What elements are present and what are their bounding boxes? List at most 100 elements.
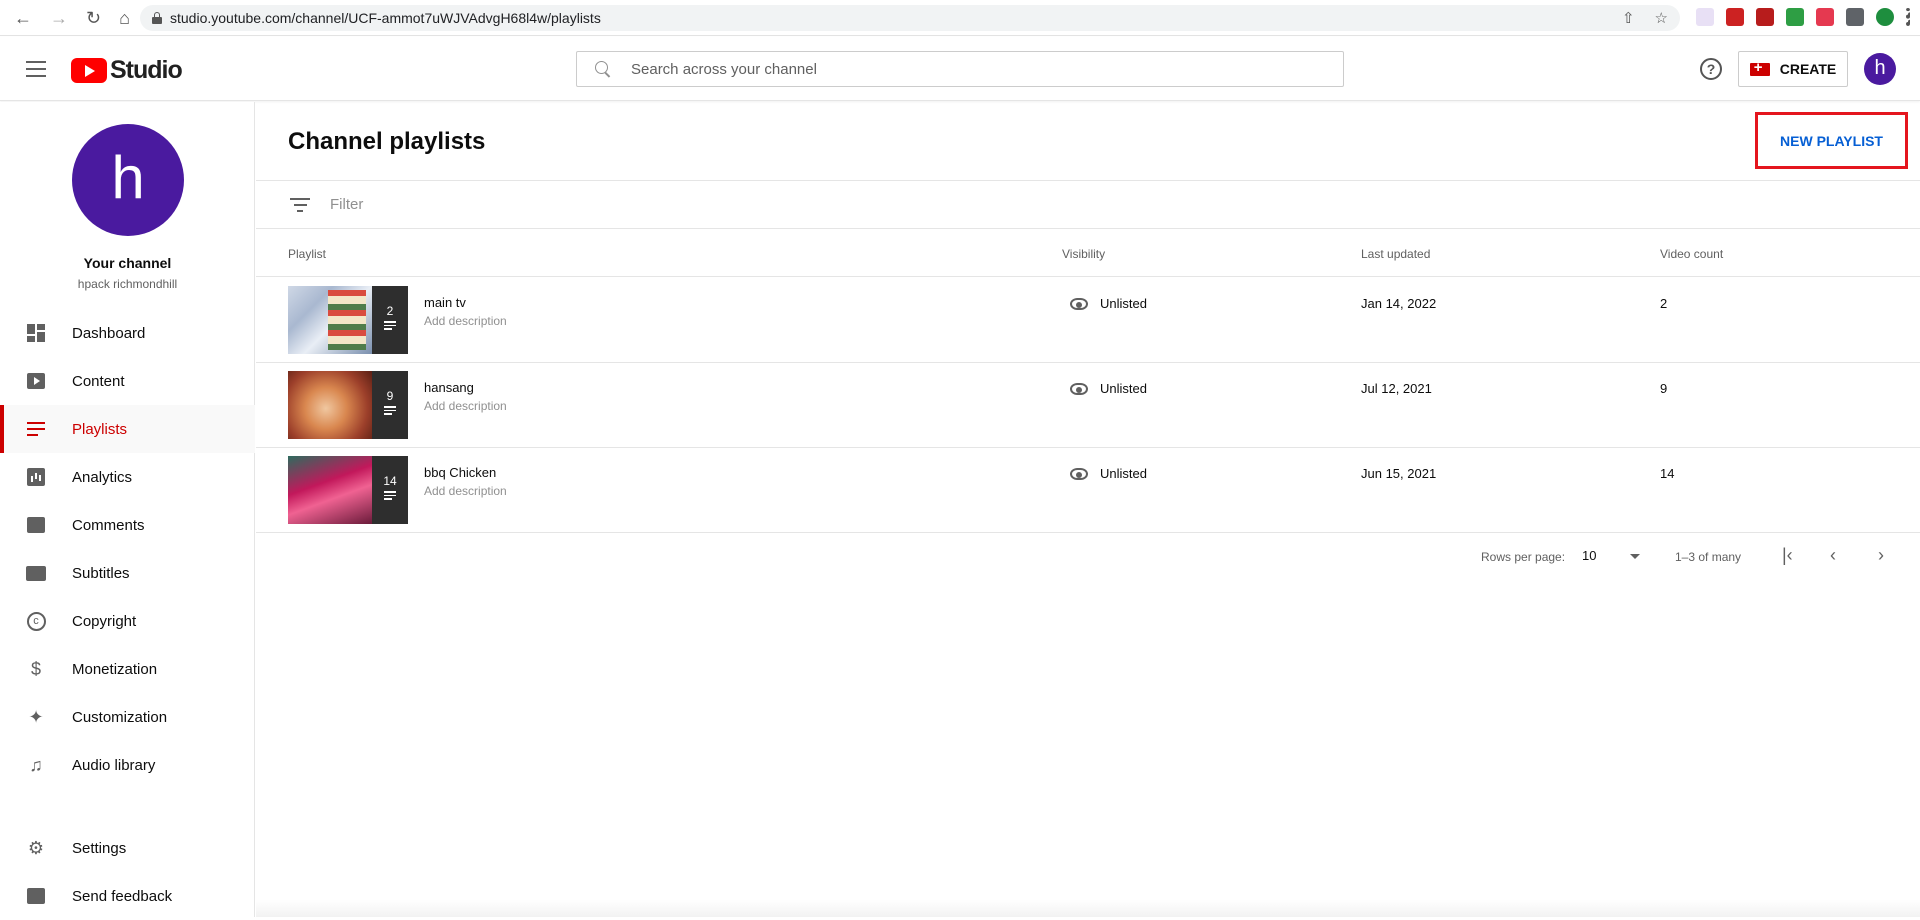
thumbnail-image: [288, 456, 372, 524]
magic-wand-icon: ✦: [28, 706, 44, 727]
page-title: Channel playlists: [288, 128, 486, 155]
new-playlist-button[interactable]: NEW PLAYLIST: [1755, 112, 1908, 169]
account-avatar[interactable]: h: [1864, 53, 1896, 85]
column-header-visibility: Visibility: [1062, 247, 1106, 261]
playlist-title[interactable]: main tv: [424, 295, 466, 310]
filter-input[interactable]: Filter: [330, 196, 363, 213]
bottom-fade: [256, 900, 1920, 917]
playlist-thumbnail[interactable]: 9: [288, 371, 408, 439]
sidebar-item-comments[interactable]: Comments: [0, 501, 255, 549]
video-count: 2: [1660, 296, 1668, 311]
playlist-title[interactable]: hansang: [424, 380, 474, 395]
copyright-icon: c: [25, 610, 47, 632]
sidebar-item-label: Comments: [72, 516, 145, 534]
sidebar-item-monetization[interactable]: $ Monetization: [0, 645, 255, 693]
filter-bar[interactable]: Filter: [256, 180, 1920, 229]
rows-per-page-select[interactable]: 10: [1582, 548, 1596, 563]
dashboard-icon: [25, 322, 47, 344]
thumbnail-image: [288, 286, 372, 354]
playlist-title[interactable]: bbq Chicken: [424, 465, 496, 480]
share-icon[interactable]: ⇧: [1622, 9, 1635, 27]
reload-icon[interactable]: ↻: [86, 9, 101, 27]
home-icon[interactable]: ⌂: [119, 9, 130, 27]
dropdown-caret-icon[interactable]: [1630, 554, 1640, 559]
forward-arrow-icon[interactable]: →: [50, 9, 68, 27]
youtube-studio-logo[interactable]: Studio: [71, 56, 183, 85]
last-updated: Jun 15, 2021: [1361, 466, 1437, 481]
visibility-status[interactable]: Unlisted: [1100, 466, 1147, 481]
extensions-area: [1696, 8, 1910, 26]
sidebar-item-label: Copyright: [72, 612, 137, 630]
playlist-description[interactable]: Add description: [424, 314, 507, 328]
sidebar-item-label: Subtitles: [72, 564, 130, 582]
sidebar-item-send-feedback[interactable]: Send feedback: [0, 872, 255, 920]
profile-icon[interactable]: [1876, 8, 1894, 26]
playlist-description[interactable]: Add description: [424, 399, 507, 413]
search-input[interactable]: [631, 60, 1231, 78]
sidebar-item-label: Monetization: [72, 660, 158, 678]
filter-icon[interactable]: [290, 197, 310, 212]
extension-red-icon[interactable]: [1726, 8, 1744, 26]
last-updated: Jan 14, 2022: [1361, 296, 1437, 311]
page-range: 1–3 of many: [1675, 550, 1742, 564]
address-bar[interactable]: studio.youtube.com/channel/UCF-ammot7uWJ…: [140, 5, 1680, 31]
sidebar-item-playlists[interactable]: Playlists: [0, 405, 255, 453]
extension-dice-icon[interactable]: [1816, 8, 1834, 26]
playlist-description[interactable]: Add description: [424, 484, 507, 498]
first-page-icon[interactable]: |‹: [1782, 546, 1793, 564]
table-row[interactable]: 2 main tv Add description Unlisted Jan 1…: [256, 278, 1920, 363]
sidebar-item-subtitles[interactable]: Subtitles: [0, 549, 255, 597]
browser-menu-icon[interactable]: [1906, 8, 1910, 26]
visibility-status[interactable]: Unlisted: [1100, 296, 1147, 311]
sidebar-item-content[interactable]: Content: [0, 357, 255, 405]
studio-header: Studio ? CREATE h: [0, 37, 1920, 101]
sidebar-item-dashboard[interactable]: Dashboard: [0, 309, 255, 357]
sidebar: h Your channel hpack richmondhill Dashbo…: [0, 102, 255, 917]
playlist-thumbnail[interactable]: 2: [288, 286, 408, 354]
playlist-queue-icon: [384, 406, 396, 415]
sidebar-item-settings[interactable]: ⚙ Settings: [0, 824, 255, 872]
visibility-status[interactable]: Unlisted: [1100, 381, 1147, 396]
last-updated: Jul 12, 2021: [1361, 381, 1432, 396]
comments-icon: [25, 514, 47, 536]
gear-icon: ⚙: [27, 837, 45, 858]
create-label: CREATE: [1779, 61, 1837, 77]
channel-avatar[interactable]: h: [72, 124, 184, 236]
bookmark-star-icon[interactable]: ☆: [1655, 9, 1668, 27]
column-header-video-count: Video count: [1660, 247, 1724, 261]
hamburger-menu-icon[interactable]: [26, 61, 46, 77]
eye-icon: [1070, 383, 1088, 395]
eye-icon: [1070, 298, 1088, 310]
help-icon[interactable]: ?: [1700, 58, 1722, 80]
sidebar-item-customization[interactable]: ✦ Customization: [0, 693, 255, 741]
address-url[interactable]: studio.youtube.com/channel/UCF-ammot7uWJ…: [170, 10, 601, 26]
extension-shield-icon[interactable]: [1786, 8, 1804, 26]
sidebar-item-label: Settings: [72, 839, 127, 857]
next-page-icon[interactable]: ›: [1878, 546, 1884, 564]
back-arrow-icon[interactable]: ←: [14, 9, 32, 27]
extensions-puzzle-icon[interactable]: [1846, 8, 1864, 26]
table-row[interactable]: 14 bbq Chicken Add description Unlisted …: [256, 448, 1920, 533]
sidebar-item-audio-library[interactable]: ♫ Audio library: [0, 741, 255, 789]
sidebar-item-label: Customization: [72, 708, 168, 726]
video-camera-icon: [1749, 59, 1770, 76]
logo-text: Studio: [110, 56, 183, 84]
extension-cursor-icon[interactable]: [1696, 8, 1714, 26]
playlist-thumbnail[interactable]: 14: [288, 456, 408, 524]
table-row[interactable]: 9 hansang Add description Unlisted Jul 1…: [256, 363, 1920, 448]
previous-page-icon[interactable]: ‹: [1830, 546, 1836, 564]
thumbnail-video-count: 14: [372, 456, 408, 524]
sidebar-item-analytics[interactable]: Analytics: [0, 453, 255, 501]
rows-per-page-label: Rows per page:: [1481, 550, 1566, 564]
channel-search[interactable]: [576, 51, 1344, 87]
youtube-play-icon: [71, 58, 107, 83]
pagination: Rows per page: 10 1–3 of many |‹ ‹ ›: [256, 542, 1920, 572]
sidebar-item-copyright[interactable]: c Copyright: [0, 597, 255, 645]
column-header-last-updated: Last updated: [1361, 247, 1431, 261]
sidebar-item-label: Playlists: [72, 420, 128, 438]
subtitles-icon: [25, 562, 47, 584]
extension-book-icon[interactable]: [1756, 8, 1774, 26]
search-icon: [595, 61, 611, 77]
create-button[interactable]: CREATE: [1738, 51, 1848, 87]
browser-toolbar: ← → ↻ ⌂ studio.youtube.com/channel/UCF-a…: [0, 0, 1920, 36]
